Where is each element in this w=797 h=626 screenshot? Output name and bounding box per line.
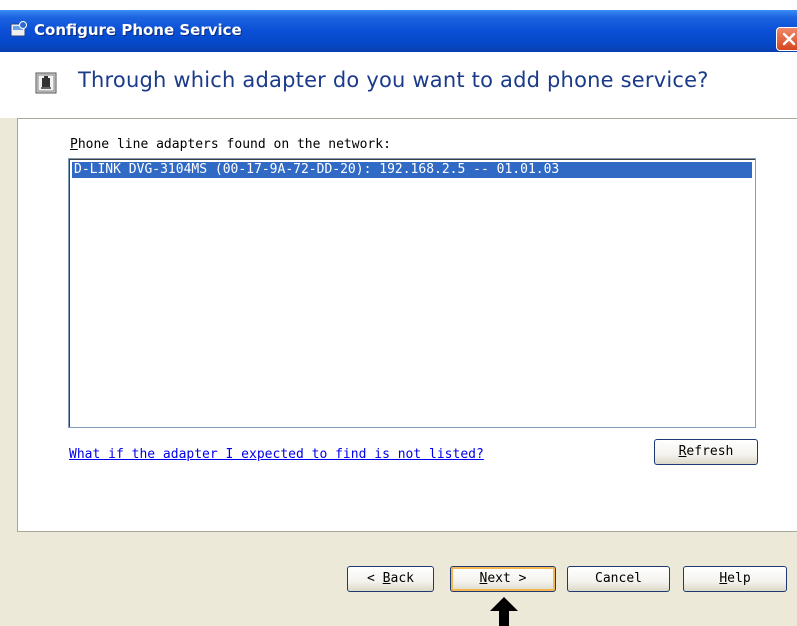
content-panel: Phone line adapters found on the network… (17, 118, 797, 532)
adapter-listbox[interactable]: D-LINK DVG-3104MS (00-17-9A-72-DD-20): 1… (68, 158, 756, 428)
close-button[interactable] (776, 27, 797, 51)
title-bar[interactable]: Configure Phone Service (0, 10, 797, 52)
arrow-up-icon (490, 597, 518, 626)
dialog-body: Phone line adapters found on the network… (0, 118, 797, 626)
list-item-adapter[interactable]: D-LINK DVG-3104MS (00-17-9A-72-DD-20): 1… (72, 162, 752, 178)
page-title: Through which adapter do you want to add… (78, 68, 709, 92)
refresh-button[interactable]: Refresh (654, 439, 758, 465)
help-button[interactable]: Help (683, 566, 787, 592)
adapter-not-listed-link[interactable]: What if the adapter I expected to find i… (69, 447, 484, 462)
phone-adapter-icon (35, 72, 57, 94)
adapter-list-label: Phone line adapters found on the network… (70, 137, 391, 152)
close-icon (782, 32, 796, 46)
cancel-button[interactable]: Cancel (567, 566, 670, 592)
wizard-header: Through which adapter do you want to add… (0, 52, 797, 118)
phone-config-icon (10, 21, 28, 39)
window-title: Configure Phone Service (34, 21, 242, 39)
next-button[interactable]: Next > (450, 566, 556, 592)
dialog-window: Configure Phone Service Through which ad… (0, 0, 797, 626)
back-button[interactable]: < Back (347, 566, 434, 592)
